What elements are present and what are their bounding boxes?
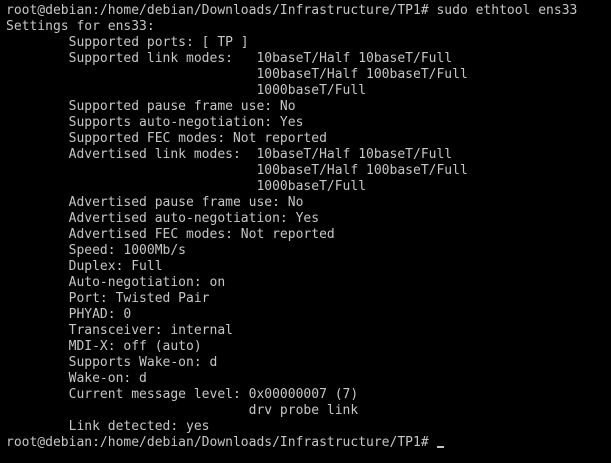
output-line: 100baseT/Half 100baseT/Full: [6, 67, 468, 82]
command-line: root@debian:/home/debian/Downloads/Infra…: [6, 3, 578, 18]
output-line: Supports Wake-on: d: [6, 355, 218, 370]
output-line: Supported ports: [ TP ]: [6, 35, 249, 50]
terminal-window[interactable]: root@debian:/home/debian/Downloads/Infra…: [0, 0, 611, 463]
output-line: Advertised auto-negotiation: Yes: [6, 211, 320, 226]
output-line: PHYAD: 0: [6, 307, 132, 322]
output-line: Duplex: Full: [6, 259, 163, 274]
output-line: Supported FEC modes: Not reported: [6, 131, 327, 146]
output-line: Advertised FEC modes: Not reported: [6, 227, 335, 242]
output-line: Transceiver: internal: [6, 323, 233, 338]
text-cursor: [437, 446, 445, 448]
output-line: Wake-on: d: [6, 371, 147, 386]
output-line: 100baseT/Half 100baseT/Full: [6, 163, 468, 178]
output-line: Auto-negotiation: on: [6, 275, 226, 290]
output-line: Supports auto-negotiation: Yes: [6, 115, 304, 130]
output-line: Port: Twisted Pair: [6, 291, 210, 306]
output-line: drv probe link: [6, 403, 359, 418]
output-line: Settings for ens33:: [6, 19, 155, 34]
shell-prompt: root@debian:/home/debian/Downloads/Infra…: [6, 435, 437, 450]
output-line: Speed: 1000Mb/s: [6, 243, 187, 258]
output-line: Link detected: yes: [6, 419, 210, 434]
output-line: MDI-X: off (auto): [6, 339, 202, 354]
output-line: 1000baseT/Full: [6, 83, 367, 98]
prompt-line[interactable]: root@debian:/home/debian/Downloads/Infra…: [6, 435, 611, 451]
terminal-output: root@debian:/home/debian/Downloads/Infra…: [6, 3, 611, 435]
output-line: Advertised link modes: 10baseT/Half 10ba…: [6, 147, 453, 162]
output-line: Advertised pause frame use: No: [6, 195, 304, 210]
output-line: Supported link modes: 10baseT/Half 10bas…: [6, 51, 453, 66]
output-line: Current message level: 0x00000007 (7): [6, 387, 359, 402]
output-line: 1000baseT/Full: [6, 179, 367, 194]
output-line: Supported pause frame use: No: [6, 99, 296, 114]
